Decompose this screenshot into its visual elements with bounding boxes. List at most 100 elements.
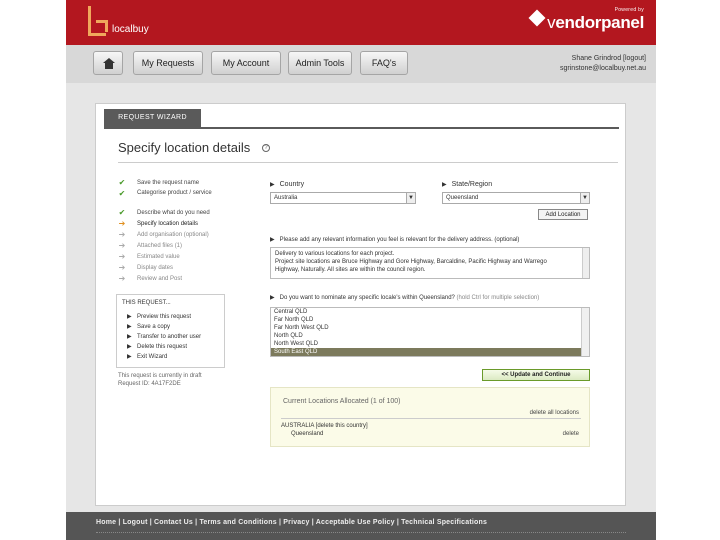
arrow-right-icon: ▶: [127, 344, 132, 350]
preview-request-link[interactable]: ▶ Preview this request: [127, 313, 191, 321]
user-info: Shane Grindrod [logout] sgrinstone@local…: [560, 54, 646, 74]
footer-divider: [96, 532, 626, 533]
wizard-steps: ✔ Save the request name ✔ Categorise produ…: [118, 178, 228, 285]
country-value: Australia: [274, 195, 298, 201]
list-item[interactable]: Far North West QLD: [271, 324, 589, 332]
step-label: Add organisation (optional): [137, 232, 209, 238]
nav-my-account[interactable]: My Account: [211, 51, 281, 75]
reason-label: ▶ Please add any relevant information you…: [270, 236, 519, 243]
step-label: Estimated value: [137, 254, 180, 260]
state-label: ▶ State/Region: [442, 181, 492, 188]
vendorpanel-brand: Powered by vendorpanel: [528, 7, 644, 33]
delete-all-locations-link[interactable]: delete all locations: [530, 410, 579, 416]
step-item[interactable]: ➔ Estimated value: [118, 252, 228, 262]
country-select[interactable]: Australia ▼: [270, 192, 416, 204]
add-location-button[interactable]: Add Location: [538, 209, 588, 220]
step-item[interactable]: ➔ Display dates: [118, 263, 228, 273]
list-item[interactable]: Central QLD: [271, 308, 589, 316]
step-label: Describe what do you need: [137, 210, 210, 216]
logo-text: localbuy: [112, 24, 149, 35]
main-nav: My Requests My Account Admin Tools FAQ's…: [66, 45, 656, 83]
save-copy-link[interactable]: ▶ Save a copy: [127, 323, 170, 331]
list-item[interactable]: Far North QLD: [271, 316, 589, 324]
arrow-right-icon: ➔: [118, 274, 126, 283]
chevron-down-icon: ▼: [580, 193, 589, 203]
request-id: Request ID: 4A17F2DE: [118, 381, 181, 387]
brand-rest: endorpanel: [555, 13, 644, 32]
arrow-right-icon: ▶: [127, 354, 132, 360]
state-select[interactable]: Queensland ▼: [442, 192, 590, 204]
delivery-info-textarea[interactable]: Delivery to various locations for each p…: [270, 247, 590, 279]
step-item[interactable]: ➔ Add organisation (optional): [118, 230, 228, 240]
step-label: Save the request name: [137, 180, 200, 186]
step-item-current[interactable]: ➔ Specify location details: [118, 219, 228, 229]
vendorpanel-icon: [528, 9, 546, 27]
request-status-note: This request is currently in draft Reque…: [118, 372, 228, 388]
arrow-right-icon: ➔: [118, 252, 126, 261]
textarea-scrollbar[interactable]: [582, 248, 589, 278]
content-panel: REQUEST WIZARD Specify location details …: [95, 103, 626, 506]
region-label: ▶ Do you want to nominate any specific lo…: [270, 294, 539, 301]
nav-my-requests[interactable]: My Requests: [133, 51, 203, 75]
list-item[interactable]: North QLD: [271, 332, 589, 340]
region-listbox[interactable]: Central QLD Far North QLD Far North West…: [270, 307, 590, 357]
transfer-user-link[interactable]: ▶ Transfer to another user: [127, 333, 201, 341]
wizard-tab-rule: [104, 127, 619, 129]
req-item-label: Transfer to another user: [137, 334, 202, 340]
listbox-scrollbar[interactable]: [581, 308, 589, 356]
exit-wizard-link[interactable]: ▶ Exit Wizard: [127, 353, 167, 361]
step-item[interactable]: ➔ Attached files (1): [118, 241, 228, 251]
arrow-right-icon: ➔: [118, 263, 126, 272]
chevron-down-icon: ▼: [406, 193, 415, 203]
step-label: Categorise product / service: [137, 190, 212, 196]
page-title: Specify location details: [118, 140, 251, 155]
arrow-right-icon: ▶: [270, 295, 275, 301]
arrow-right-icon: ▶: [127, 324, 132, 330]
step-label: Attached files (1): [137, 243, 183, 249]
region-label-text: Do you want to nominate any specific loc…: [279, 295, 455, 301]
arrow-right-icon: ➔: [118, 241, 126, 250]
arrow-right-icon: ➔: [118, 219, 126, 228]
nav-admin-tools[interactable]: Admin Tools: [288, 51, 352, 75]
state-label-text: State/Region: [451, 181, 493, 188]
footer-links[interactable]: Home | Logout | Contact Us | Terms and C…: [96, 519, 487, 526]
arrow-right-icon: ➔: [118, 230, 126, 239]
logo-mark-detail-icon: [96, 20, 108, 32]
arrow-right-icon: ▶: [270, 182, 275, 188]
check-icon: ✔: [118, 208, 126, 217]
arrow-right-icon: ▶: [442, 182, 447, 188]
list-item-selected[interactable]: South East QLD: [271, 348, 589, 356]
current-locations-box: Current Locations Allocated (1 of 100) d…: [270, 387, 590, 447]
footer: Home | Logout | Contact Us | Terms and C…: [66, 512, 656, 540]
req-item-label: Preview this request: [137, 314, 192, 320]
this-request-box: THIS REQUEST... ▶ Preview this request ▶ S…: [116, 294, 225, 368]
step-item[interactable]: ✔ Categorise product / service: [118, 189, 228, 207]
vendorpanel-wordmark: vendorpanel: [547, 13, 644, 33]
delete-location-link[interactable]: delete: [563, 431, 579, 437]
update-continue-button[interactable]: << Update and Continue: [482, 369, 590, 381]
user-name-logout[interactable]: Shane Grindrod [logout]: [560, 54, 646, 64]
nav-faqs[interactable]: FAQ's: [360, 51, 408, 75]
step-item[interactable]: ✔ Save the request name: [118, 178, 228, 188]
arrow-right-icon: ▶: [127, 314, 132, 320]
delete-request-link[interactable]: ▶ Delete this request: [127, 343, 187, 351]
help-icon[interactable]: ?: [262, 144, 270, 152]
home-icon-base: [105, 63, 113, 69]
reason-text-line: Highway, Naturally. All sites are within…: [275, 267, 426, 273]
home-button[interactable]: [93, 51, 123, 75]
check-icon: ✔: [118, 178, 126, 187]
user-email: sgrinstone@localbuy.net.au: [560, 65, 646, 72]
allocation-country[interactable]: AUSTRALIA [delete this country]: [281, 423, 368, 429]
request-wizard-tab[interactable]: REQUEST WIZARD: [104, 109, 201, 127]
step-item[interactable]: ➔ Review and Post: [118, 274, 228, 284]
country-label: ▶ Country: [270, 181, 304, 188]
header-bar: localbuy Powered by vendorpanel: [66, 0, 656, 45]
localbuy-logo[interactable]: localbuy: [86, 6, 149, 40]
list-item[interactable]: North West QLD: [271, 340, 589, 348]
step-item[interactable]: ✔ Describe what do you need: [118, 208, 228, 218]
region-hint: (hold Ctrl for multiple selection): [456, 295, 540, 301]
reason-text-line: Project site locations are Bruce Highway…: [275, 259, 547, 265]
allocations-title: Current Locations Allocated (1 of 100): [283, 398, 401, 405]
step-label: Specify location details: [137, 221, 199, 227]
req-item-label: Exit Wizard: [137, 354, 168, 360]
